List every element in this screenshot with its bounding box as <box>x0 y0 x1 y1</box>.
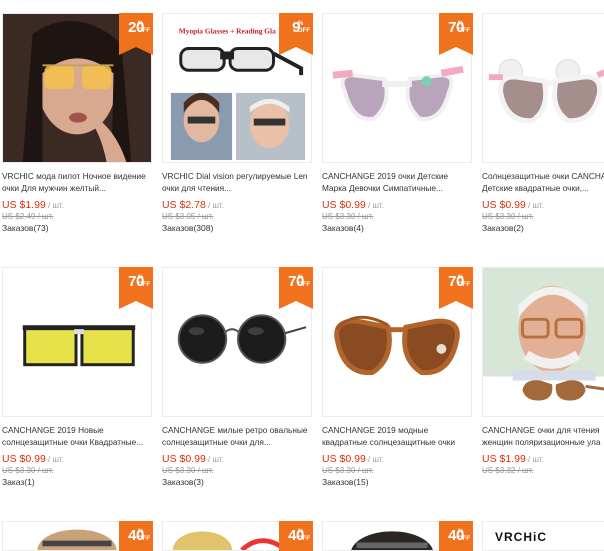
old-price: US $3.30 / шт. <box>2 466 54 475</box>
brand-logo: VRCHiC <box>495 530 548 544</box>
product-grid: 20% OFF VRCHIC мода пилот Ночное видение о… <box>0 0 604 551</box>
product-title[interactable]: CANCHANGE 2019 модные квадратные солнцеза… <box>322 424 474 448</box>
price: US $0.99 / шт. <box>322 199 384 211</box>
price: US $0.99 / шт. <box>162 453 224 465</box>
product-card[interactable]: 20% OFF VRCHIC мода пилот Ночное видение о… <box>0 13 154 243</box>
discount-badge: 20% OFF <box>119 13 153 55</box>
product-card[interactable]: 40% OFF <box>320 521 473 551</box>
price: US $0.99 / шт. <box>482 199 544 211</box>
image-caption: Myopia Glasses + Reading Gla <box>179 27 276 36</box>
product-card[interactable]: 40% OFF <box>160 521 313 551</box>
old-price: US $2.49 / шт. <box>2 212 54 221</box>
discount-badge: 70% OFF <box>439 267 473 309</box>
old-price: US $3.32 / шт. <box>482 466 534 475</box>
price: US $1.99 / шт. <box>482 453 544 465</box>
discount-badge: 40% OFF <box>439 521 473 551</box>
old-price: US $3.30 / шт. <box>322 212 374 221</box>
price: US $0.99 / шт. <box>2 453 64 465</box>
product-title[interactable]: CANCHANGE 2019 Новые солнцезащитные очки … <box>2 424 154 448</box>
product-card[interactable]: 70% OFF CANCHANGE 2019 Новые солнцезащитны… <box>0 267 154 497</box>
price: US $2.78 / шт. <box>162 199 224 211</box>
product-card[interactable]: 70% OFF CANCHANGE 2019 модные квадратные с… <box>320 267 474 497</box>
product-card[interactable]: CANCHANGE очки для чтения женщин поляриза… <box>480 267 604 497</box>
old-price: US $3.05 / шт. <box>162 212 214 221</box>
product-photo <box>483 268 604 416</box>
old-price: US $3.30 / шт. <box>482 212 534 221</box>
discount-badge: 40% OFF <box>119 521 153 551</box>
product-card[interactable]: VRCHiC <box>480 521 604 551</box>
product-title[interactable]: VRCHIC мода пилот Ночное видение очки Для… <box>2 170 154 194</box>
product-card[interactable]: 70% OFF CANCHANGE 2019 очки Детские Марка … <box>320 13 474 243</box>
discount-badge: 70% OFF <box>119 267 153 309</box>
product-photo <box>483 14 604 162</box>
product-title[interactable]: CANCHANGE 2019 очки Детские Марка Девочки… <box>322 170 474 194</box>
product-title[interactable]: Солнцезащитные очки CANCHA Детские квадра… <box>482 170 604 194</box>
product-image[interactable]: VRCHiC <box>482 521 604 551</box>
price: US $1.99 / шт. <box>2 199 64 211</box>
discount-badge: 70% OFF <box>439 13 473 55</box>
product-title[interactable]: VRCHIC Dial vision регулируемые Len очки … <box>162 170 314 194</box>
product-card[interactable]: 70% OFF CANCHANGE милые ретро овальные сол… <box>160 267 314 497</box>
discount-badge: 40% OFF <box>279 521 313 551</box>
old-price: US $3.30 / шт. <box>322 466 374 475</box>
orders-count: Заказов(3) <box>162 477 204 487</box>
orders-count: Заказов(15) <box>322 477 369 487</box>
product-card[interactable]: Солнцезащитные очки CANCHA Детские квадра… <box>480 13 604 243</box>
product-card[interactable]: 40% OFF <box>0 521 153 551</box>
product-title[interactable]: CANCHANGE очки для чтения женщин поляриза… <box>482 424 604 448</box>
product-image[interactable] <box>482 13 604 163</box>
product-image[interactable] <box>482 267 604 417</box>
discount-badge: 9% OFF <box>279 13 313 55</box>
old-price: US $3.30 / шт. <box>162 466 214 475</box>
orders-count: Заказ(1) <box>2 477 35 487</box>
orders-count: Заказов(308) <box>162 223 214 233</box>
orders-count: Заказов(73) <box>2 223 49 233</box>
product-title[interactable]: CANCHANGE милые ретро овальные солнцезащи… <box>162 424 314 448</box>
product-card[interactable]: Myopia Glasses + Reading Gla 9% OFF VRCHI… <box>160 13 314 243</box>
discount-badge: 70% OFF <box>279 267 313 309</box>
price: US $0.99 / шт. <box>322 453 384 465</box>
orders-count: Заказов(4) <box>322 223 364 233</box>
orders-count: Заказов(2) <box>482 223 524 233</box>
